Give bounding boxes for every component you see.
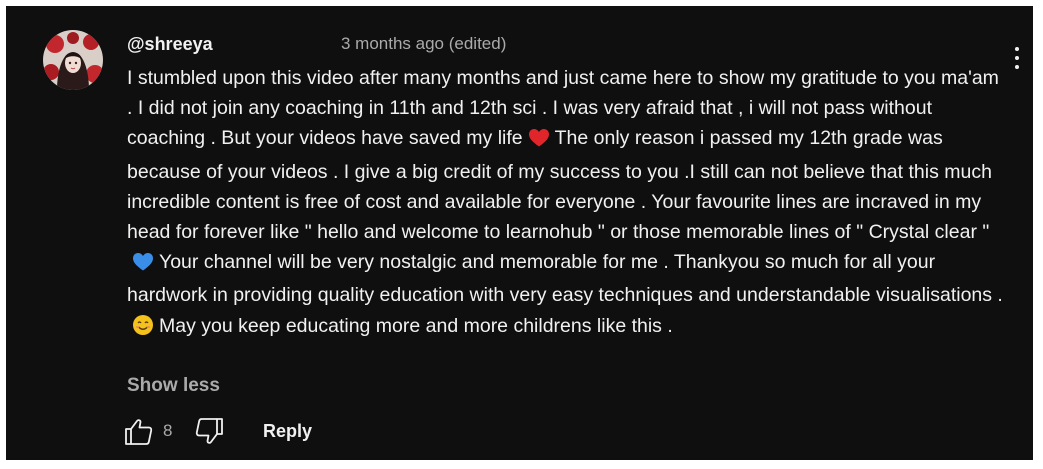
vertical-ellipsis-icon	[1015, 47, 1019, 51]
comment-text-part: May you keep educating more and more chi…	[159, 314, 673, 337]
like-count: 8	[163, 421, 173, 440]
comment-body: I stumbled upon this video after many mo…	[127, 63, 1007, 344]
thumbs-down-icon	[195, 418, 223, 444]
show-less-button[interactable]: Show less	[127, 374, 220, 398]
blue-heart-emoji-icon	[133, 250, 153, 280]
comment-timestamp[interactable]: 3 months ago (edited)	[341, 32, 506, 56]
red-heart-emoji-icon	[528, 126, 549, 156]
comment-text-part: Your channel will be very nostalgic and …	[127, 251, 1003, 307]
reply-button[interactable]: Reply	[263, 419, 312, 443]
comment-panel: @shreeya 3 months ago (edited) I stumble…	[6, 6, 1033, 460]
dislike-button[interactable]	[193, 416, 225, 448]
author-name[interactable]: @shreeya	[127, 32, 213, 56]
avatar-image	[43, 30, 103, 90]
like-button[interactable]	[123, 415, 155, 447]
smiling-face-emoji-icon	[133, 314, 153, 344]
avatar[interactable]	[43, 30, 103, 90]
thumbs-up-icon	[125, 419, 153, 445]
